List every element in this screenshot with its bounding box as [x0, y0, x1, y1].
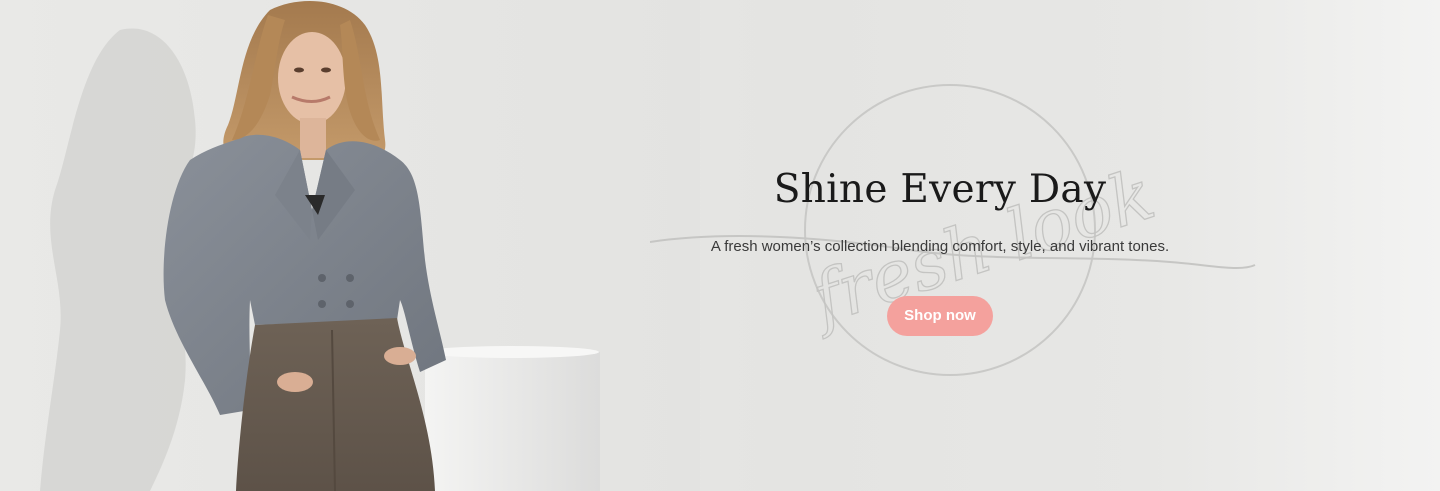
hero-model-photo [0, 0, 700, 491]
hero-subtitle: A fresh women’s collection blending comf… [710, 238, 1170, 255]
shop-now-button[interactable]: Shop now [887, 296, 993, 336]
hero-content: Shine Every Day A fresh women’s collecti… [640, 160, 1240, 336]
hero-title: Shine Every Day [773, 167, 1107, 212]
hero-banner: fresh look Shine Every Day A fresh women… [0, 0, 1440, 491]
